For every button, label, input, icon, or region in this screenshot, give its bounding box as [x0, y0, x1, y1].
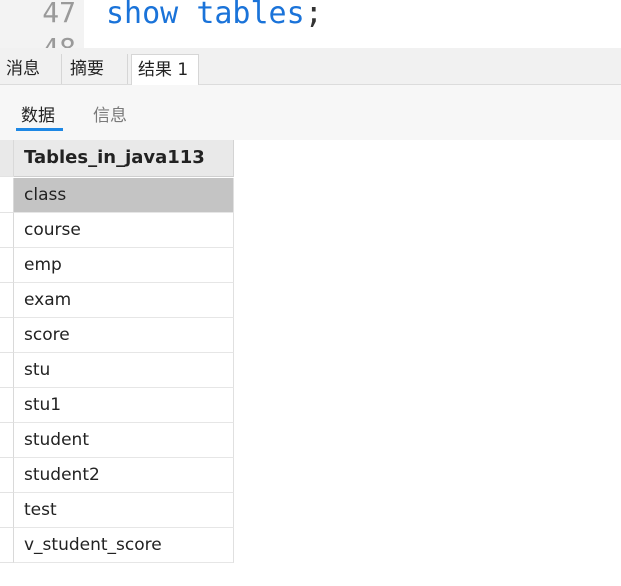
active-subtab-indicator — [16, 128, 63, 131]
row-selector[interactable] — [0, 458, 14, 493]
sql-editor[interactable]: 47 48 show tables; — [0, 0, 621, 48]
row-selector[interactable] — [0, 318, 14, 353]
table-row[interactable]: emp — [14, 248, 234, 283]
table-row[interactable]: score — [14, 318, 234, 353]
row-selector[interactable] — [0, 283, 14, 318]
table-row[interactable]: test — [14, 493, 234, 528]
row-selector[interactable] — [0, 353, 14, 388]
result-tab-bar: 消息 摘要 结果 1 — [0, 48, 621, 85]
header-row-selector — [0, 140, 14, 177]
row-selector-gutter — [0, 140, 14, 586]
table-row[interactable]: stu1 — [14, 388, 234, 423]
row-selector[interactable] — [0, 423, 14, 458]
table-row[interactable]: student2 — [14, 458, 234, 493]
table-row[interactable]: student — [14, 423, 234, 458]
line-number: 47 — [42, 0, 76, 29]
table-row[interactable]: exam — [14, 283, 234, 318]
line-number: 48 — [42, 32, 76, 48]
row-selector[interactable] — [0, 213, 14, 248]
tab-summary[interactable]: 摘要 — [64, 54, 128, 84]
sql-keyword: show — [106, 0, 179, 31]
result-view-subtabs: 数据 信息 — [0, 85, 621, 140]
column-header[interactable]: Tables_in_java113 — [14, 140, 234, 177]
line-number-gutter: 47 48 — [0, 0, 84, 48]
subtab-info[interactable]: 信息 — [93, 101, 127, 126]
table-row[interactable]: stu — [14, 353, 234, 388]
result-grid[interactable]: Tables_in_java113 class course emp exam scor… — [0, 140, 621, 586]
code-line[interactable]: show tables; — [106, 0, 323, 31]
sql-terminator: ; — [304, 0, 323, 31]
sql-keyword: tables — [196, 0, 305, 31]
tab-messages[interactable]: 消息 — [0, 54, 62, 84]
row-selector[interactable] — [0, 493, 14, 528]
tab-result-1[interactable]: 结果 1 — [131, 54, 199, 85]
subtab-data[interactable]: 数据 — [21, 101, 55, 126]
table-row[interactable]: v_student_score — [14, 528, 234, 563]
row-selector[interactable] — [0, 388, 14, 423]
row-selector[interactable] — [0, 248, 14, 283]
row-selector[interactable] — [0, 178, 14, 213]
table-row[interactable]: course — [14, 213, 234, 248]
table-row[interactable]: class — [14, 178, 234, 213]
row-selector[interactable] — [0, 528, 14, 563]
